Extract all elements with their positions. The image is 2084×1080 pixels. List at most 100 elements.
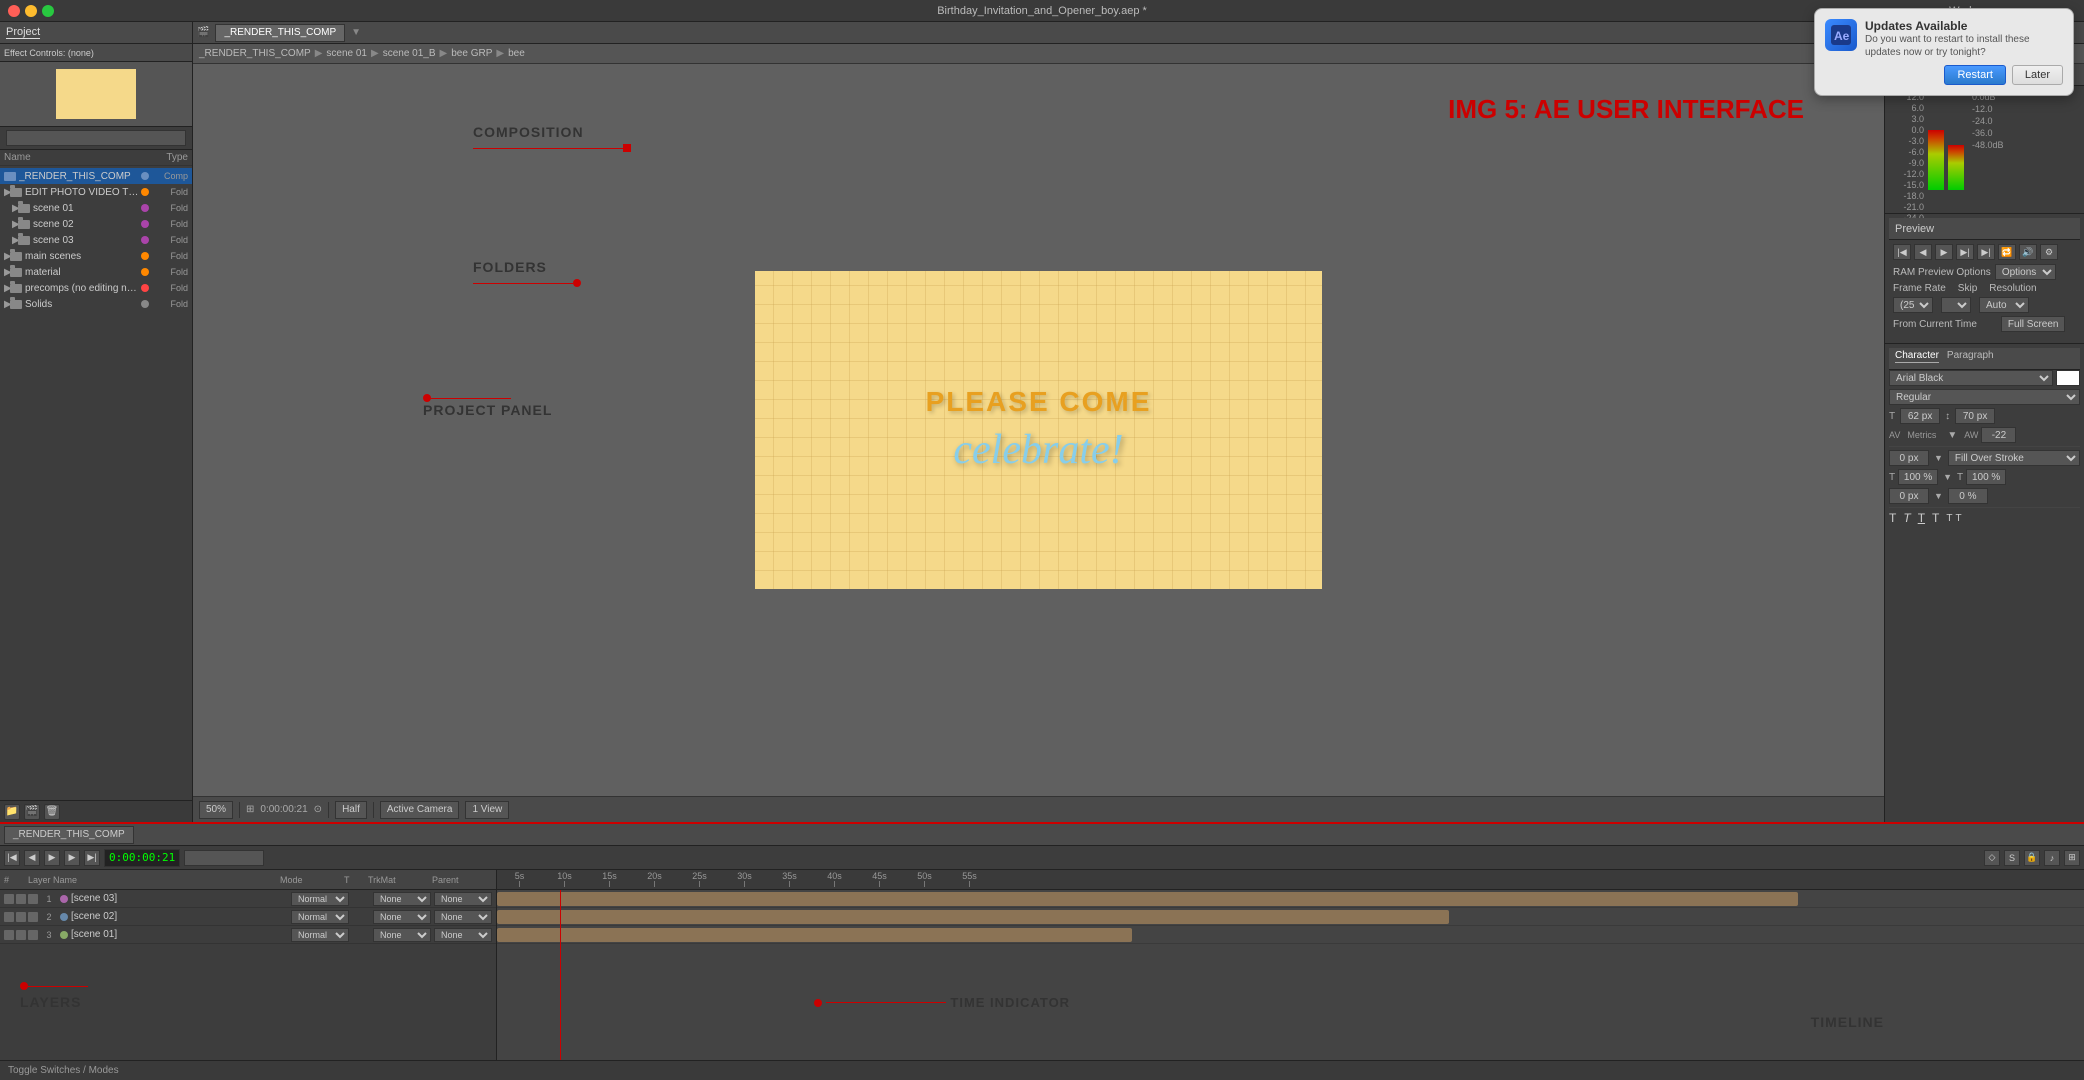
tab-project[interactable]: Project <box>6 26 40 39</box>
layer-visibility-icon[interactable] <box>4 894 14 904</box>
baseline-input[interactable] <box>1889 488 1929 504</box>
render-btn[interactable]: ⊞ <box>2064 850 2080 866</box>
lock-btn[interactable]: 🔒 <box>2024 850 2040 866</box>
ram-preview-select[interactable]: Options <box>1995 264 2056 280</box>
viewer-zoom-btn[interactable]: 50% <box>199 801 233 819</box>
audio-btn[interactable]: 🔊 <box>2019 244 2037 260</box>
breadcrumb-item[interactable]: bee GRP <box>451 48 492 59</box>
skip-start-btn[interactable]: |◀ <box>1893 244 1911 260</box>
layer-mode-select[interactable]: Normal <box>291 928 349 942</box>
search-input[interactable] <box>6 130 186 146</box>
timeline-playhead[interactable] <box>560 890 561 1060</box>
options-btn[interactable]: ⚙ <box>2040 244 2058 260</box>
list-item[interactable]: ▶ material Fold <box>0 264 192 280</box>
layer-solo-icon[interactable] <box>28 894 38 904</box>
breadcrumb-item[interactable]: scene 01 <box>326 48 367 59</box>
go-start-btn[interactable]: |◀ <box>4 850 20 866</box>
maximize-button[interactable] <box>42 5 54 17</box>
list-item[interactable]: ▶ scene 03 Fold <box>0 232 192 248</box>
style-select[interactable]: Regular <box>1889 389 2080 405</box>
camera-btn[interactable]: Active Camera <box>380 801 460 819</box>
skew-input[interactable] <box>1948 488 1988 504</box>
font-color-box[interactable] <box>2056 370 2080 386</box>
tab-paragraph[interactable]: Paragraph <box>1947 350 1994 363</box>
bold-btn[interactable]: T <box>1889 511 1896 525</box>
italic-btn[interactable]: T <box>1903 511 1910 525</box>
font-select[interactable]: Arial Black <box>1889 370 2053 386</box>
layer-parent-select[interactable]: None <box>434 928 492 942</box>
strikethrough-btn[interactable]: T <box>1932 511 1939 525</box>
underline-btn[interactable]: T <box>1918 511 1925 525</box>
layer-trkmat-select[interactable]: None <box>373 910 431 924</box>
prev-frame-btn-timeline[interactable]: ◀ <box>24 850 40 866</box>
prev-frame-btn[interactable]: ◀ <box>1914 244 1932 260</box>
vert-scale-input[interactable] <box>1966 469 2006 485</box>
audio-panel-btn[interactable]: ♪ <box>2044 850 2060 866</box>
font-size-input[interactable] <box>1900 408 1940 424</box>
play-btn[interactable]: ▶ <box>1935 244 1953 260</box>
breadcrumb-item[interactable]: bee <box>508 48 525 59</box>
minimize-button[interactable] <box>25 5 37 17</box>
resolution-btn[interactable]: Half <box>335 801 367 819</box>
fill-select[interactable]: Fill Over Stroke <box>1948 450 2080 466</box>
layer-trkmat-select[interactable]: None <box>373 928 431 942</box>
line-height-input[interactable] <box>1955 408 1995 424</box>
indent-input[interactable] <box>1889 450 1929 466</box>
layer-parent-select[interactable]: None <box>434 910 492 924</box>
horz-scale-input[interactable] <box>1898 469 1938 485</box>
layer-audio-icon[interactable] <box>16 894 26 904</box>
later-btn[interactable]: Later <box>2012 65 2063 85</box>
list-item[interactable]: ▶ main scenes Fold <box>0 248 192 264</box>
marker-btn[interactable]: ◇ <box>1984 850 2000 866</box>
timeline-bar-scene02[interactable] <box>497 910 1449 924</box>
timecode-display[interactable]: 0:00:00:21 <box>104 849 180 867</box>
timeline-tab[interactable]: _RENDER_THIS_COMP <box>4 826 134 844</box>
breadcrumb-item[interactable]: _RENDER_THIS_COMP <box>199 48 311 59</box>
frame-rate-select[interactable]: (25) <box>1893 297 1933 313</box>
new-folder-btn[interactable]: 📁 <box>4 804 20 820</box>
layer-mode-select[interactable]: Normal <box>291 910 349 924</box>
skip-end-btn[interactable]: ▶| <box>1977 244 1995 260</box>
resolution-select[interactable]: Auto Full Half Third Quarter <box>1979 297 2029 313</box>
toggle-switches-label[interactable]: Toggle Switches / Modes <box>8 1065 119 1076</box>
close-button[interactable] <box>8 5 20 17</box>
list-item[interactable]: ▶ EDIT PHOTO VIDEO TEXTS HERE Fold <box>0 184 192 200</box>
view-mode-btn[interactable]: 1 View <box>465 801 509 819</box>
restart-btn[interactable]: Restart <box>1944 65 2005 85</box>
subscript-btn[interactable]: T <box>1955 513 1961 524</box>
kern-input[interactable] <box>1981 427 2016 443</box>
list-item[interactable]: ▶ Solids Fold <box>0 296 192 312</box>
superscript-btn[interactable]: T <box>1946 513 1952 524</box>
layer-solo-icon[interactable] <box>28 930 38 940</box>
loop-btn[interactable]: 🔁 <box>1998 244 2016 260</box>
next-frame-btn-timeline[interactable]: ▶ <box>64 850 80 866</box>
timeline-bar-scene01[interactable] <box>497 928 1132 942</box>
list-item[interactable]: ▶ scene 02 Fold <box>0 216 192 232</box>
list-item[interactable]: ▶ precomps (no editing need) Fold <box>0 280 192 296</box>
delete-btn[interactable]: 🗑 <box>44 804 60 820</box>
layer-solo-icon[interactable] <box>28 912 38 922</box>
layer-audio-icon[interactable] <box>16 930 26 940</box>
breadcrumb-item[interactable]: scene 01_B <box>383 48 436 59</box>
layer-visibility-icon[interactable] <box>4 930 14 940</box>
layer-search-input[interactable] <box>184 850 264 866</box>
list-item[interactable]: ▶ scene 01 Fold <box>0 200 192 216</box>
go-end-btn-timeline[interactable]: ▶| <box>84 850 100 866</box>
layer-mode-select[interactable]: Normal <box>291 892 349 906</box>
layer-visibility-icon[interactable] <box>4 912 14 922</box>
full-screen-btn[interactable]: Full Screen <box>2001 316 2066 332</box>
layer-trkmat-select[interactable]: None <box>373 892 431 906</box>
new-comp-btn[interactable]: 🎬 <box>24 804 40 820</box>
skip-select[interactable] <box>1941 297 1971 313</box>
comp-tab[interactable]: _RENDER_THIS_COMP <box>215 24 345 42</box>
layer-parent-select[interactable]: None <box>434 892 492 906</box>
tab-effect-controls[interactable]: Effect Controls: (none) <box>4 48 94 58</box>
upper-section: Project Effect Controls: (none) Name Typ… <box>0 22 2084 822</box>
list-item[interactable]: _RENDER_THIS_COMP Comp <box>0 168 192 184</box>
timeline-bar-scene03[interactable] <box>497 892 1798 906</box>
layer-audio-icon[interactable] <box>16 912 26 922</box>
tab-character[interactable]: Character <box>1895 350 1939 363</box>
next-frame-btn[interactable]: ▶| <box>1956 244 1974 260</box>
play-btn-timeline[interactable]: ▶ <box>44 850 60 866</box>
solo-btn[interactable]: S <box>2004 850 2020 866</box>
